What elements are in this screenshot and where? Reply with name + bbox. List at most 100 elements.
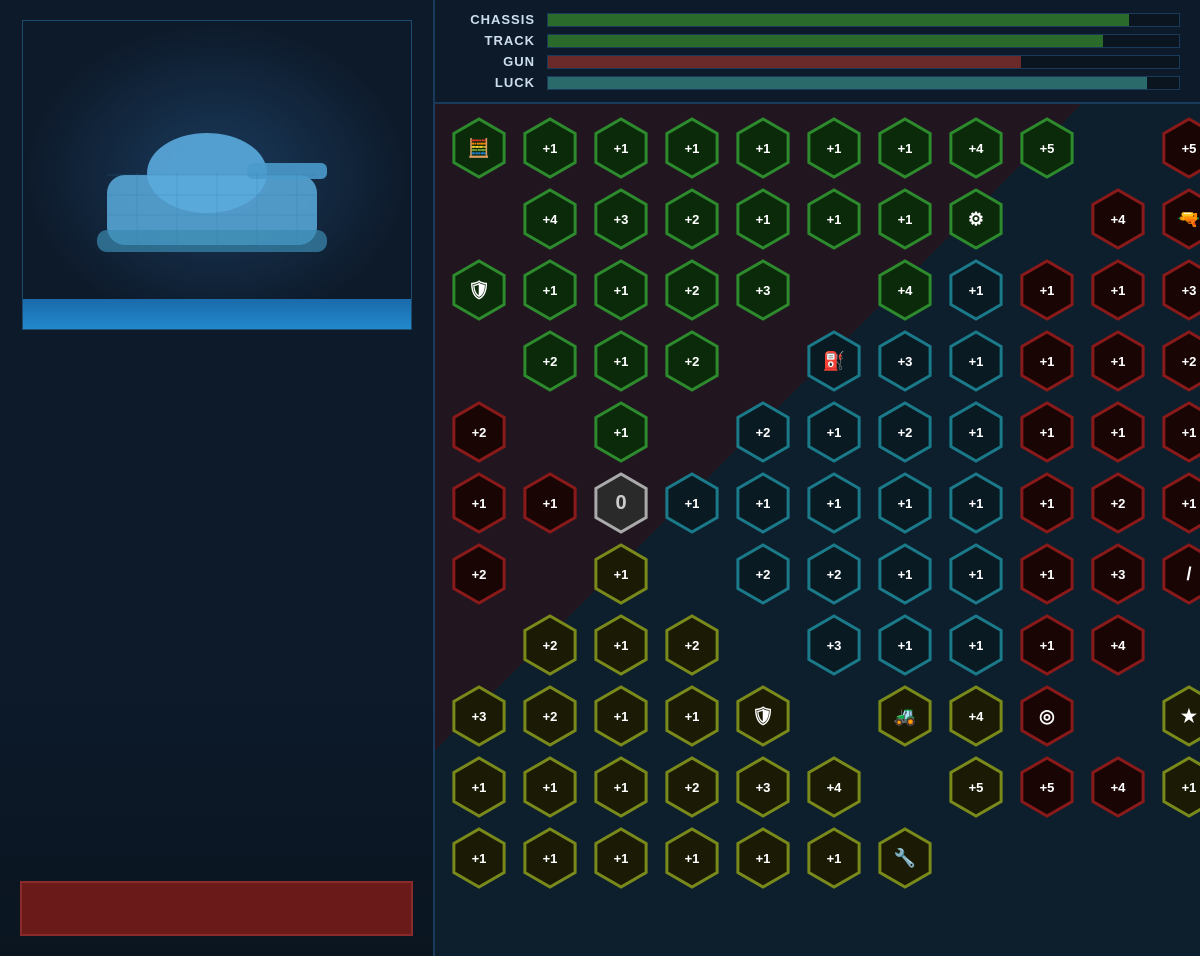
hex-node-r9-c5[interactable]: +1 bbox=[587, 753, 655, 821]
hex-node-r3-c9[interactable]: +3 bbox=[871, 327, 939, 395]
hex-node-r4-c1[interactable]: +1 bbox=[1084, 327, 1152, 395]
hex-node-r10-c0[interactable]: +5 bbox=[1013, 753, 1081, 821]
hex-node-r10-c7[interactable]: +1 bbox=[729, 824, 797, 892]
hex-node-r4-c9[interactable]: +2 bbox=[871, 398, 939, 466]
hex-node-r9-c2[interactable]: ★ bbox=[1155, 682, 1200, 750]
hex-node-r1-c6[interactable]: +1 bbox=[800, 185, 868, 253]
hex-node-r5-c7[interactable]: +1 bbox=[729, 469, 797, 537]
hex-node-r10-c3[interactable]: +1 bbox=[445, 824, 513, 892]
hex-node-r9-c4[interactable]: +1 bbox=[516, 753, 584, 821]
hex-node-r1-c3[interactable]: +3 bbox=[587, 185, 655, 253]
hex-node-r6-c5[interactable]: +1 bbox=[587, 540, 655, 608]
hex-node-r4-c2[interactable]: +2 bbox=[1155, 327, 1200, 395]
hex-node-r9-c0[interactable]: ◎ bbox=[1013, 682, 1081, 750]
hex-node-r0-c4[interactable]: +1 bbox=[729, 114, 797, 182]
hex-node-r7-c1[interactable]: +3 bbox=[1084, 540, 1152, 608]
hex-node-r5-c6[interactable]: +1 bbox=[658, 469, 726, 537]
hex-node-r1-c4[interactable]: +2 bbox=[658, 185, 726, 253]
hex-node-r2-c8[interactable]: +4 bbox=[871, 256, 939, 324]
hex-node-r3-c4[interactable]: +2 bbox=[516, 327, 584, 395]
hex-node-r7-c4[interactable]: +2 bbox=[516, 611, 584, 679]
hex-node-r0-c5[interactable]: +1 bbox=[800, 114, 868, 182]
hex-node-r5-c3[interactable]: +1 bbox=[445, 469, 513, 537]
hex-node-r7-c8[interactable]: +3 bbox=[800, 611, 868, 679]
hex-node-r3-c10[interactable]: +1 bbox=[942, 327, 1010, 395]
hex-node-r2-c4[interactable]: +1 bbox=[587, 256, 655, 324]
hex-node-r4-c3[interactable]: +2 bbox=[445, 398, 513, 466]
hex-node-r3-c6[interactable]: +2 bbox=[658, 327, 726, 395]
hex-node-r7-c2[interactable]: / bbox=[1155, 540, 1200, 608]
hex-node-r10-c4[interactable]: +1 bbox=[516, 824, 584, 892]
hex-node-r9-c3[interactable]: +1 bbox=[445, 753, 513, 821]
hex-node-r8-c6[interactable]: +1 bbox=[658, 682, 726, 750]
hex-node-r0-c8[interactable]: +5 bbox=[1013, 114, 1081, 182]
reset-upgrades-button[interactable] bbox=[20, 881, 413, 936]
hex-node-r6-c9[interactable]: +1 bbox=[871, 540, 939, 608]
hex-node-r2-c6[interactable]: +3 bbox=[729, 256, 797, 324]
hex-node-r8-c5[interactable]: +1 bbox=[587, 682, 655, 750]
hex-node-r9-c10[interactable]: +5 bbox=[942, 753, 1010, 821]
hex-node-r5-c2[interactable]: +1 bbox=[1155, 398, 1200, 466]
hex-node-r8-c7[interactable]: 🛡 bbox=[729, 682, 797, 750]
hex-node-r2-c1[interactable]: 🔫 bbox=[1155, 185, 1200, 253]
hex-node-r6-c8[interactable]: +2 bbox=[800, 540, 868, 608]
hex-node-r3-c5[interactable]: +1 bbox=[587, 327, 655, 395]
hex-node-r10-c8[interactable]: +1 bbox=[800, 824, 868, 892]
hex-node-r7-c0[interactable]: +1 bbox=[1013, 540, 1081, 608]
hex-node-r4-c0[interactable]: +1 bbox=[1013, 327, 1081, 395]
hex-node-r6-c1[interactable]: +2 bbox=[1084, 469, 1152, 537]
hex-node-r10-c5[interactable]: +1 bbox=[587, 824, 655, 892]
hex-node-r8-c0[interactable]: +1 bbox=[1013, 611, 1081, 679]
hex-node-r10-c1[interactable]: +4 bbox=[1084, 753, 1152, 821]
hex-node-r9-c6[interactable]: +2 bbox=[658, 753, 726, 821]
hex-node-r7-c10[interactable]: +1 bbox=[942, 611, 1010, 679]
hex-node-r6-c10[interactable]: +1 bbox=[942, 540, 1010, 608]
hex-node-r2-c3[interactable]: +1 bbox=[516, 256, 584, 324]
hex-node-r4-c8[interactable]: +1 bbox=[800, 398, 868, 466]
hex-node-r0-c6[interactable]: +1 bbox=[871, 114, 939, 182]
hex-node-r1-c5[interactable]: +1 bbox=[729, 185, 797, 253]
hex-node-r3-c8[interactable]: ⛽ bbox=[800, 327, 868, 395]
hex-node-r2-c5[interactable]: +2 bbox=[658, 256, 726, 324]
hex-node-r5-c8[interactable]: +1 bbox=[800, 469, 868, 537]
hex-node-r0-c1[interactable]: +1 bbox=[516, 114, 584, 182]
hex-node-r8-c10[interactable]: +4 bbox=[942, 682, 1010, 750]
hex-node-r4-c5[interactable]: +1 bbox=[587, 398, 655, 466]
hex-node-r1-c2[interactable]: +4 bbox=[516, 185, 584, 253]
hex-node-r8-c1[interactable]: +4 bbox=[1084, 611, 1152, 679]
hex-node-r2-c9[interactable]: +1 bbox=[942, 256, 1010, 324]
hex-node-r7-c9[interactable]: +1 bbox=[871, 611, 939, 679]
hex-node-r10-c9[interactable]: 🔧 bbox=[871, 824, 939, 892]
hex-node-r4-c7[interactable]: +2 bbox=[729, 398, 797, 466]
hex-node-r0-c0[interactable]: 🧮 bbox=[445, 114, 513, 182]
hex-node-r9-c7[interactable]: +3 bbox=[729, 753, 797, 821]
hex-node-r6-c0[interactable]: +1 bbox=[1013, 469, 1081, 537]
hex-node-r5-c5[interactable]: 0 bbox=[587, 469, 655, 537]
hex-node-r9-c8[interactable]: +4 bbox=[800, 753, 868, 821]
hex-node-r10-c2[interactable]: +1 bbox=[1155, 753, 1200, 821]
hex-node-r0-c2[interactable]: +1 bbox=[587, 114, 655, 182]
hex-node-r2-c2[interactable]: 🛡 bbox=[445, 256, 513, 324]
hex-node-r3-c0[interactable]: +1 bbox=[1013, 256, 1081, 324]
hex-node-r8-c9[interactable]: 🚜 bbox=[871, 682, 939, 750]
hex-node-r6-c2[interactable]: +1 bbox=[1155, 469, 1200, 537]
hex-node-r6-c3[interactable]: +2 bbox=[445, 540, 513, 608]
hex-node-r1-c7[interactable]: +1 bbox=[871, 185, 939, 253]
hex-node-r8-c4[interactable]: +2 bbox=[516, 682, 584, 750]
hex-node-r2-c0[interactable]: +4 bbox=[1084, 185, 1152, 253]
hex-node-r4-c10[interactable]: +1 bbox=[942, 398, 1010, 466]
hex-node-r3-c2[interactable]: +3 bbox=[1155, 256, 1200, 324]
hex-node-r1-c8[interactable]: ⚙ bbox=[942, 185, 1010, 253]
hex-node-r7-c6[interactable]: +2 bbox=[658, 611, 726, 679]
hex-node-r0-c7[interactable]: +4 bbox=[942, 114, 1010, 182]
hex-node-r0-c3[interactable]: +1 bbox=[658, 114, 726, 182]
hex-node-r5-c4[interactable]: +1 bbox=[516, 469, 584, 537]
hex-node-r5-c10[interactable]: +1 bbox=[942, 469, 1010, 537]
hex-node-r3-c1[interactable]: +1 bbox=[1084, 256, 1152, 324]
hex-node-r1-c0[interactable]: +5 bbox=[1155, 114, 1200, 182]
hex-node-r6-c7[interactable]: +2 bbox=[729, 540, 797, 608]
hex-node-r5-c0[interactable]: +1 bbox=[1013, 398, 1081, 466]
hex-node-r5-c1[interactable]: +1 bbox=[1084, 398, 1152, 466]
hex-node-r5-c9[interactable]: +1 bbox=[871, 469, 939, 537]
hex-node-r7-c5[interactable]: +1 bbox=[587, 611, 655, 679]
